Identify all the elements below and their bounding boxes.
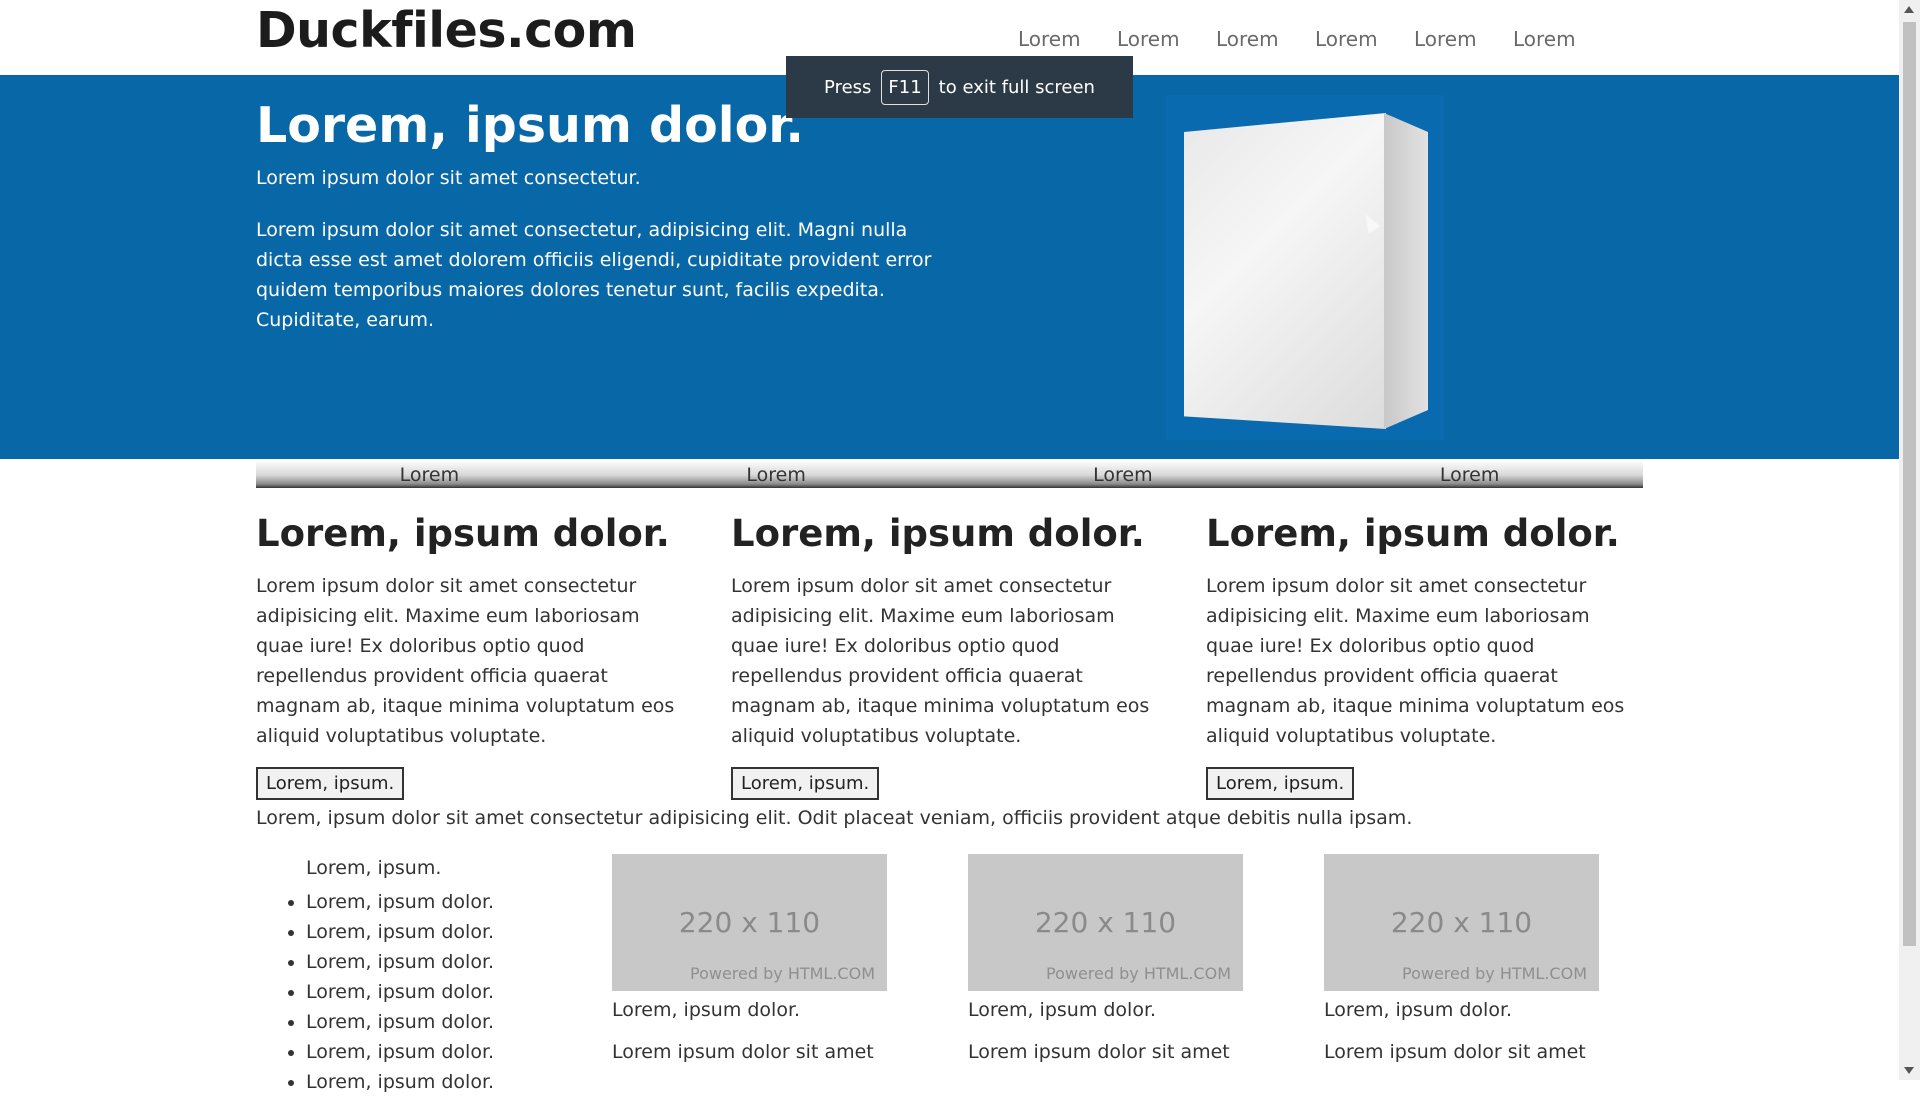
feature-text: Lorem ipsum dolor sit amet consectetur a… (731, 575, 1150, 747)
site-logo[interactable]: Duckfiles.com (256, 2, 637, 59)
subnav-link[interactable]: Lorem (950, 462, 1297, 488)
feature-heading: Lorem, ipsum dolor. (256, 512, 670, 555)
feature-column: Lorem, ipsum dolor. Lorem ipsum dolor si… (731, 512, 1151, 800)
feature-text: Lorem ipsum dolor sit amet consectetur a… (1206, 575, 1625, 747)
fullscreen-notice-press: Press (824, 76, 872, 98)
placeholder-credit: Powered by HTML.COM (690, 964, 875, 983)
product-box-side (1384, 113, 1428, 429)
hero-paragraph: Lorem ipsum dolor sit amet consectetur, … (256, 219, 932, 331)
scroll-down-arrow-icon[interactable] (1904, 1067, 1914, 1074)
nav-link[interactable]: Lorem (1018, 27, 1117, 51)
nav-link[interactable]: Lorem (1315, 27, 1414, 51)
placeholder-credit: Powered by HTML.COM (1402, 964, 1587, 983)
feature-button[interactable]: Lorem, ipsum. (1206, 767, 1355, 800)
card-caption: Lorem, ipsum dolor. (612, 999, 801, 1021)
feature-text: Lorem ipsum dolor sit amet consectetur a… (256, 575, 675, 747)
feature-heading: Lorem, ipsum dolor. (1206, 512, 1620, 555)
subnav-link[interactable]: Lorem (603, 462, 950, 488)
card-caption: Lorem, ipsum dolor. (1324, 999, 1513, 1021)
main-nav: Lorem Lorem Lorem Lorem Lorem Lorem (1018, 27, 1612, 51)
list-item: Lorem, ipsum dolor. (306, 1067, 494, 1097)
hero-banner: Lorem, ipsum dolor. Lorem ipsum dolor si… (0, 75, 1899, 459)
subnav-link[interactable]: Lorem (256, 462, 603, 488)
nav-link[interactable]: Lorem (1513, 27, 1612, 51)
placeholder-image: 220 x 110 Powered by HTML.COM (1324, 854, 1599, 991)
placeholder-image: 220 x 110 Powered by HTML.COM (612, 854, 887, 991)
product-box-front (1184, 113, 1386, 429)
list-item: Lorem, ipsum dolor. (306, 887, 494, 917)
card-caption: Lorem, ipsum dolor. (968, 999, 1157, 1021)
list-item: Lorem, ipsum dolor. (306, 1007, 494, 1037)
card-text: Lorem ipsum dolor sit amet (1324, 1041, 1586, 1063)
fullscreen-notice: Press F11 to exit full screen (786, 56, 1133, 118)
list-item: Lorem, ipsum dolor. (306, 1037, 494, 1067)
placeholder-size: 220 x 110 (678, 906, 821, 939)
hero-title: Lorem, ipsum dolor. (256, 97, 805, 154)
nav-link[interactable]: Lorem (1117, 27, 1216, 51)
hero-subtitle: Lorem ipsum dolor sit amet consectetur. (256, 167, 641, 189)
fullscreen-key: F11 (881, 69, 929, 105)
image-card: 220 x 110 Powered by HTML.COM Lorem, ips… (1324, 854, 1599, 1063)
card-text: Lorem ipsum dolor sit amet (968, 1041, 1230, 1063)
nav-link[interactable]: Lorem (1414, 27, 1513, 51)
placeholder-size: 220 x 110 (1390, 906, 1533, 939)
scroll-up-arrow-icon[interactable] (1904, 6, 1914, 13)
placeholder-size: 220 x 110 (1034, 906, 1177, 939)
subnav-link[interactable]: Lorem (1296, 462, 1643, 488)
fullscreen-notice-rest: to exit full screen (938, 76, 1095, 98)
product-box-image (1166, 95, 1444, 440)
image-card: 220 x 110 Powered by HTML.COM Lorem, ips… (968, 854, 1243, 1063)
feature-button[interactable]: Lorem, ipsum. (731, 767, 880, 800)
image-card: 220 x 110 Powered by HTML.COM Lorem, ips… (612, 854, 887, 1063)
card-text: Lorem ipsum dolor sit amet (612, 1041, 874, 1063)
list-heading: Lorem, ipsum. (306, 857, 442, 879)
list-item: Lorem, ipsum dolor. (306, 917, 494, 947)
feature-heading: Lorem, ipsum dolor. (731, 512, 1145, 555)
list-item: Lorem, ipsum dolor. (306, 977, 494, 1007)
sub-nav-bar: Lorem Lorem Lorem Lorem (256, 462, 1643, 488)
bullet-list: Lorem, ipsum dolor. Lorem, ipsum dolor. … (306, 887, 494, 1097)
page-scrollbar[interactable] (1899, 0, 1920, 1080)
placeholder-image: 220 x 110 Powered by HTML.COM (968, 854, 1243, 991)
summary-line: Lorem, ipsum dolor sit amet consectetur … (256, 807, 1413, 829)
nav-link[interactable]: Lorem (1216, 27, 1315, 51)
placeholder-credit: Powered by HTML.COM (1046, 964, 1231, 983)
feature-column: Lorem, ipsum dolor. Lorem ipsum dolor si… (1206, 512, 1626, 800)
feature-button[interactable]: Lorem, ipsum. (256, 767, 405, 800)
list-item: Lorem, ipsum dolor. (306, 947, 494, 977)
feature-column: Lorem, ipsum dolor. Lorem ipsum dolor si… (256, 512, 676, 800)
scrollbar-thumb[interactable] (1903, 22, 1916, 946)
